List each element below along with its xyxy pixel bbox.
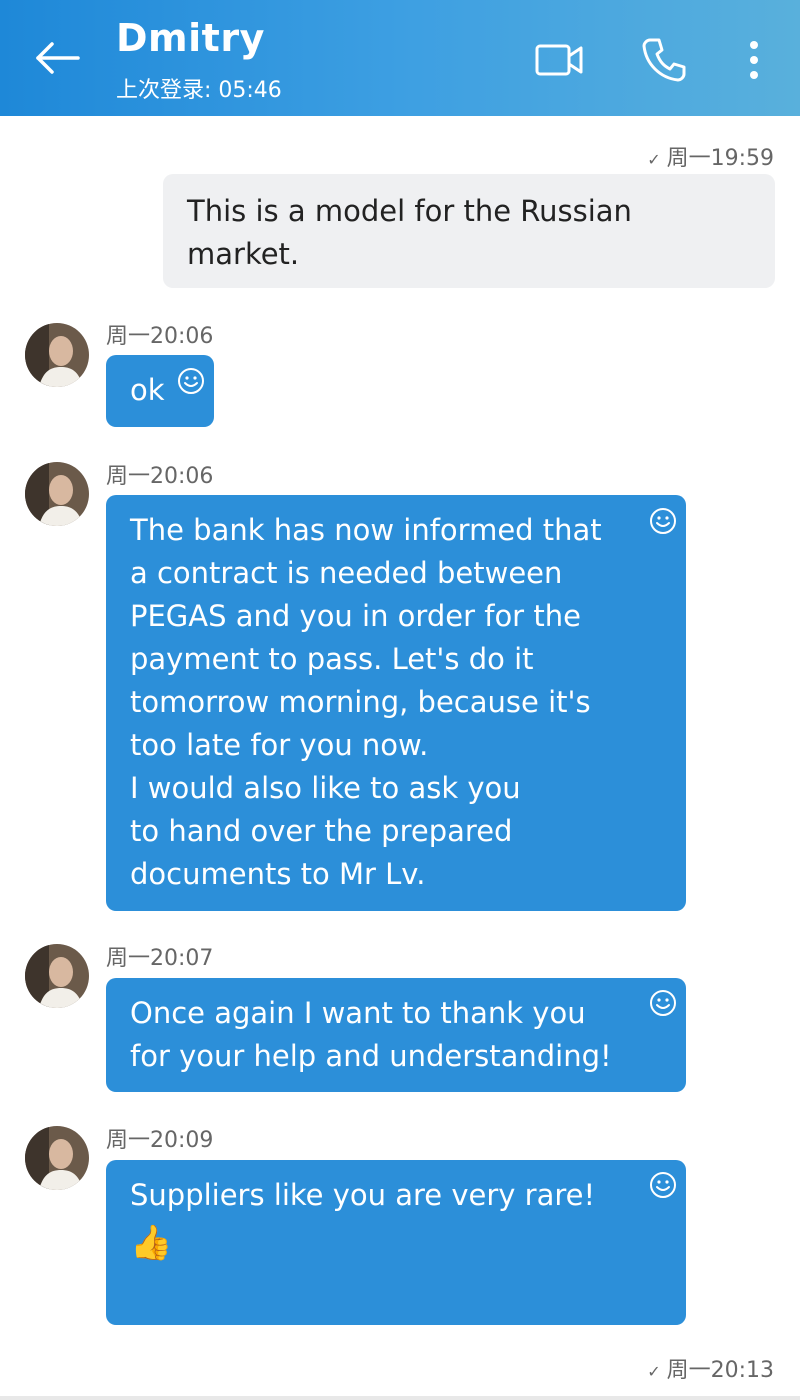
back-arrow-icon	[36, 42, 80, 74]
more-options-button[interactable]	[728, 34, 780, 86]
message-timestamp: 周一20:07	[106, 946, 214, 971]
more-vertical-icon	[750, 41, 758, 79]
message-timestamp: ✓ 周一19:59	[647, 146, 774, 171]
contact-avatar[interactable]	[25, 462, 89, 526]
back-button[interactable]	[30, 32, 86, 88]
reaction-button[interactable]	[648, 988, 678, 1018]
smiley-icon	[650, 990, 676, 1016]
avatar-photo-icon	[25, 944, 89, 1008]
avatar-photo-icon	[25, 1126, 89, 1190]
message-timestamp: 周一20:06	[106, 464, 214, 489]
incoming-message-bubble[interactable]: Once again I want to thank you for your …	[106, 978, 686, 1092]
chat-header: Dmitry 上次登录: 05:46	[0, 0, 800, 116]
phone-icon	[642, 38, 686, 82]
message-timestamp: ✓ 周一20:13	[647, 1358, 774, 1383]
smiley-icon	[650, 508, 676, 534]
message-text: ok	[130, 373, 165, 407]
incoming-message-bubble[interactable]: The bank has now informed that a contrac…	[106, 495, 686, 911]
message-text: This is a model for the Russian market.	[187, 194, 632, 271]
message-text: Suppliers like you are very rare!	[130, 1178, 596, 1212]
smiley-icon	[178, 368, 204, 394]
reaction-button[interactable]	[648, 1170, 678, 1200]
avatar-photo-icon	[25, 323, 89, 387]
voice-call-button[interactable]	[638, 34, 690, 86]
read-check-icon: ✓	[647, 150, 661, 169]
outgoing-message-bubble[interactable]: This is a model for the Russian market.	[163, 174, 775, 288]
message-text: Once again I want to thank you for your …	[130, 996, 612, 1073]
message-timestamp: 周一20:09	[106, 1128, 214, 1153]
message-text: The bank has now informed that a contrac…	[130, 513, 602, 891]
video-call-icon	[535, 44, 583, 76]
contact-avatar[interactable]	[25, 323, 89, 387]
divider	[0, 1396, 800, 1400]
last-seen-status: 上次登录: 05:46	[116, 78, 282, 103]
contact-avatar[interactable]	[25, 1126, 89, 1190]
contact-name[interactable]: Dmitry	[116, 16, 265, 60]
reaction-button[interactable]	[176, 366, 206, 396]
smiley-icon	[650, 1172, 676, 1198]
read-check-icon: ✓	[647, 1362, 661, 1381]
video-call-button[interactable]	[534, 34, 586, 86]
thumbs-up-emoji: 👍	[130, 1223, 173, 1263]
incoming-message-bubble[interactable]: Suppliers like you are very rare! 👍	[106, 1160, 686, 1325]
reaction-button[interactable]	[648, 506, 678, 536]
avatar-photo-icon	[25, 462, 89, 526]
contact-avatar[interactable]	[25, 944, 89, 1008]
message-timestamp: 周一20:06	[106, 324, 214, 349]
